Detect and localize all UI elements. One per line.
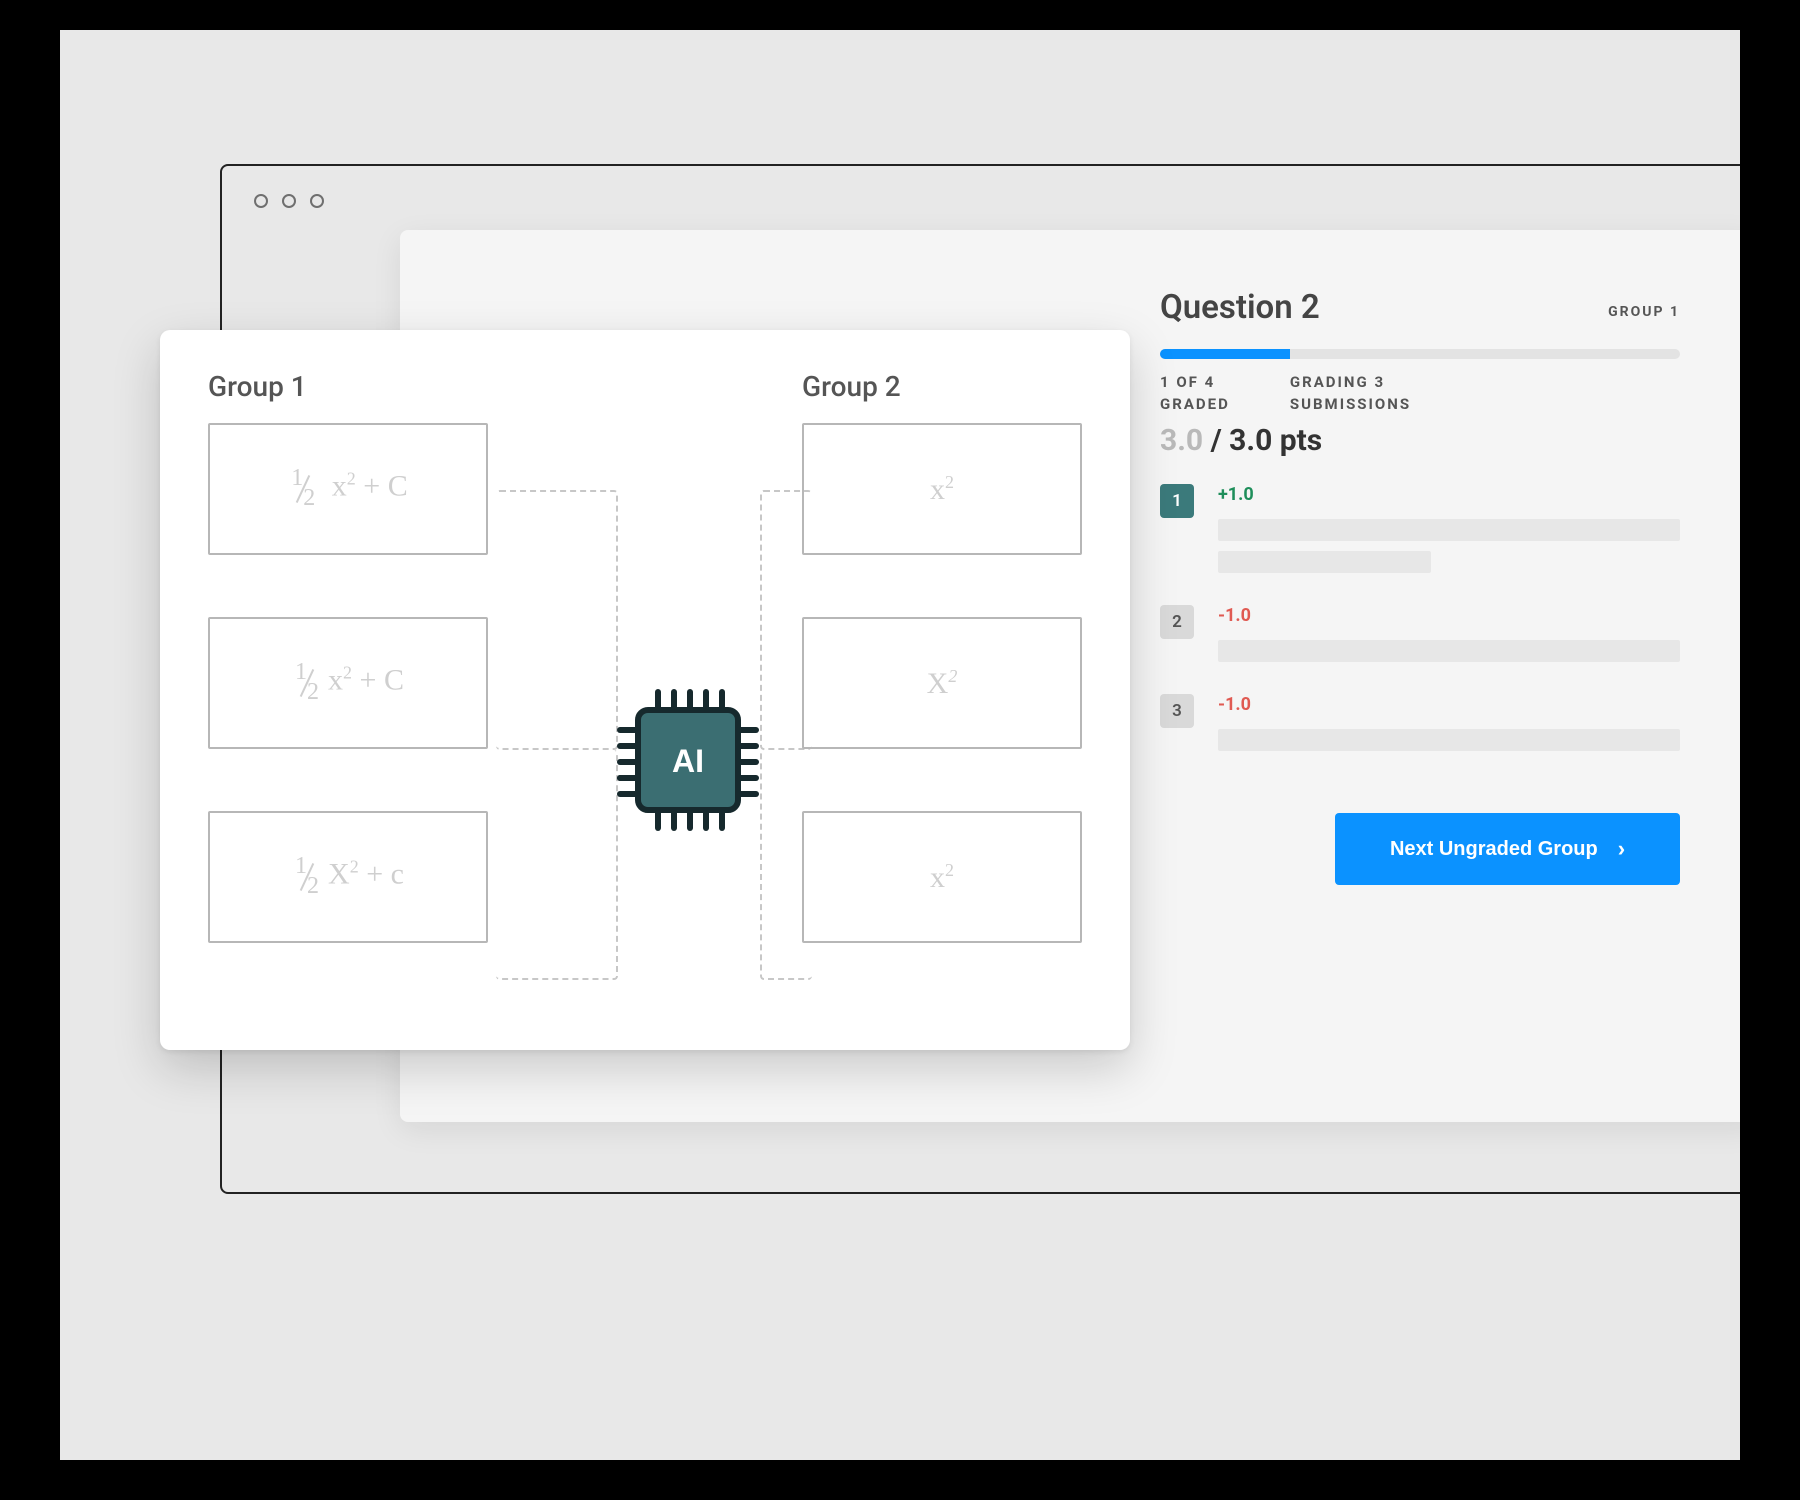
grading-inner: Question 2 GROUP 1 1 OF 4 GRADED GRADING… xyxy=(1160,288,1680,885)
answer-math: x2 xyxy=(930,861,954,893)
answer-math: 12X2 + c xyxy=(292,856,404,897)
rubric-text-placeholder xyxy=(1218,519,1680,541)
answer-thumb[interactable]: 12X2 + c xyxy=(208,811,488,943)
rubric-badge[interactable]: 3 xyxy=(1160,694,1194,728)
ai-chip-icon: AI xyxy=(608,680,768,840)
groups-card: Group 1 12 x2 + C 12x2 + C 12X2 + c xyxy=(160,330,1130,1050)
answer-thumb[interactable]: X2 xyxy=(802,617,1082,749)
progress-bar xyxy=(1160,349,1680,359)
question-title: Question 2 xyxy=(1160,288,1680,327)
rubric-delta: +1.0 xyxy=(1218,484,1680,505)
stat-graded-label: GRADED xyxy=(1160,395,1230,413)
answer-thumb[interactable]: 12x2 + C xyxy=(208,617,488,749)
answer-thumb[interactable]: x2 xyxy=(802,423,1082,555)
chevron-right-icon: › xyxy=(1618,836,1625,862)
rubric-text-placeholder xyxy=(1218,729,1680,751)
answer-thumb[interactable]: x2 xyxy=(802,811,1082,943)
window-dot-icon xyxy=(310,194,324,208)
rubric-badge[interactable]: 1 xyxy=(1160,484,1194,518)
ai-chip-label: AI xyxy=(672,743,704,779)
score-line: 3.0 / 3.0 pts xyxy=(1160,423,1680,458)
stage: Question 2 GROUP 1 1 OF 4 GRADED GRADING… xyxy=(60,30,1740,1460)
stat-graded: 1 OF 4 GRADED xyxy=(1160,373,1230,413)
window-dot-icon xyxy=(282,194,296,208)
stat-grading-label: SUBMISSIONS xyxy=(1290,395,1411,413)
score-earned: 3.0 xyxy=(1160,423,1203,458)
answer-math: X2 xyxy=(927,667,958,699)
group-col-1: Group 1 12 x2 + C 12x2 + C 12X2 + c xyxy=(208,370,488,1010)
window-dot-icon xyxy=(254,194,268,208)
rubric-badge[interactable]: 2 xyxy=(1160,605,1194,639)
connector-line xyxy=(496,490,618,750)
score-total: 3.0 pts xyxy=(1229,423,1322,458)
connector-line xyxy=(496,750,618,980)
stats-row: 1 OF 4 GRADED GRADING 3 SUBMISSIONS xyxy=(1160,373,1680,413)
rubric-item-2[interactable]: 2 -1.0 xyxy=(1160,605,1680,672)
answer-math: 12x2 + C xyxy=(292,662,404,703)
group-col-2: Group 2 x2 X2 x2 xyxy=(802,370,1082,1010)
group-1-title: Group 1 xyxy=(208,370,488,403)
next-ungraded-label: Next Ungraded Group xyxy=(1390,838,1598,861)
rubric-delta: -1.0 xyxy=(1218,694,1680,715)
rubric-text-placeholder xyxy=(1218,551,1431,573)
answer-math: 12 x2 + C xyxy=(288,468,407,509)
rubric-body: +1.0 xyxy=(1218,484,1680,583)
next-ungraded-button[interactable]: Next Ungraded Group › xyxy=(1335,813,1680,885)
progress-fill xyxy=(1160,349,1290,359)
rubric-body: -1.0 xyxy=(1218,605,1680,672)
rubric-item-1[interactable]: 1 +1.0 xyxy=(1160,484,1680,583)
stat-grading: GRADING 3 SUBMISSIONS xyxy=(1290,373,1411,413)
rubric-text-placeholder xyxy=(1218,640,1680,662)
answer-math: x2 xyxy=(930,473,954,505)
rubric-delta: -1.0 xyxy=(1218,605,1680,626)
group-label: GROUP 1 xyxy=(1608,304,1680,320)
group-2-title: Group 2 xyxy=(802,370,1082,403)
stat-graded-count: 1 OF 4 xyxy=(1160,373,1230,391)
score-sep: / xyxy=(1203,423,1229,458)
stat-grading-count: GRADING 3 xyxy=(1290,373,1411,391)
answer-thumb[interactable]: 12 x2 + C xyxy=(208,423,488,555)
rubric-item-3[interactable]: 3 -1.0 xyxy=(1160,694,1680,761)
rubric-body: -1.0 xyxy=(1218,694,1680,761)
window-controls xyxy=(254,194,324,208)
